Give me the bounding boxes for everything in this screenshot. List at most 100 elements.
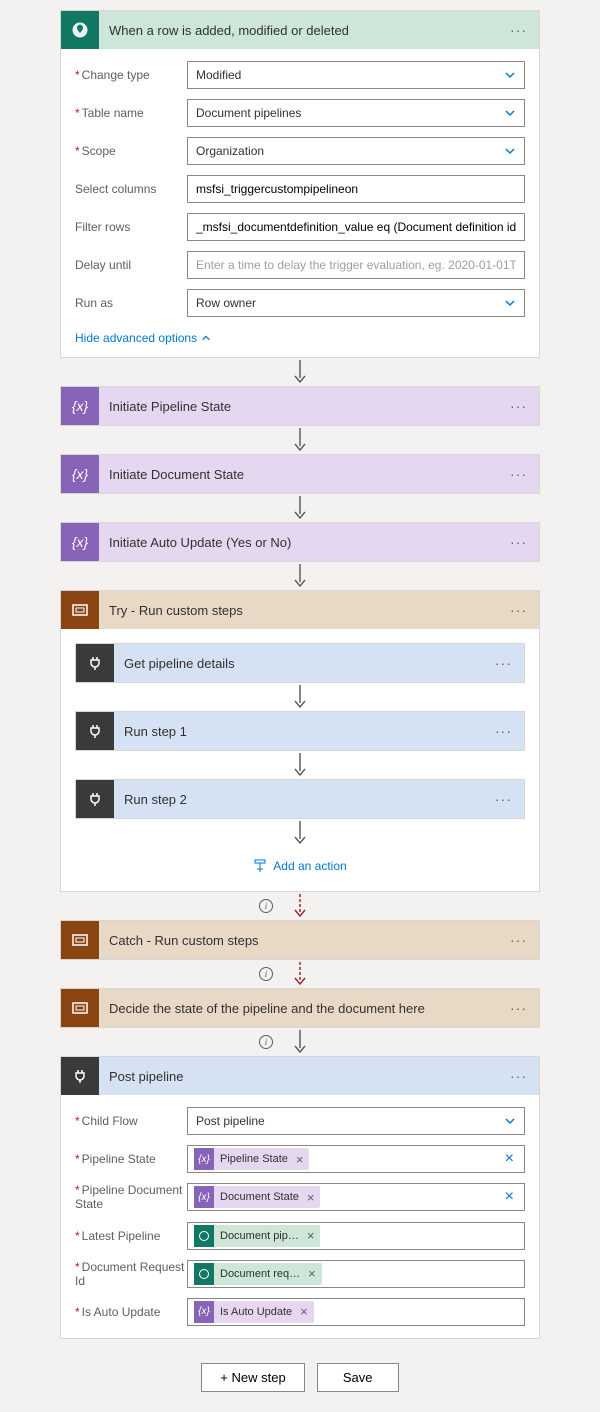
- info-icon[interactable]: i: [259, 899, 273, 913]
- clear-input-icon[interactable]: ×: [501, 1188, 518, 1206]
- scope-body: Get pipeline details ··· Run step 1 ···: [61, 629, 539, 891]
- step-run-step-1[interactable]: Run step 1 ···: [75, 711, 525, 751]
- more-icon[interactable]: ···: [506, 1068, 531, 1084]
- remove-token-icon[interactable]: ×: [308, 1266, 316, 1281]
- more-icon[interactable]: ···: [491, 791, 516, 807]
- scope-catch[interactable]: Catch - Run custom steps ···: [60, 920, 540, 960]
- token-pipeline-state[interactable]: {x} Pipeline State ×: [194, 1148, 309, 1170]
- child-flow-label: Child Flow: [75, 1114, 187, 1128]
- plug-icon: [76, 712, 114, 750]
- chevron-down-icon: [504, 145, 516, 157]
- arrow-connector-error: i: [0, 892, 600, 920]
- is-auto-update-input[interactable]: {x} Is Auto Update ×: [187, 1298, 525, 1326]
- filter-rows-input[interactable]: [187, 213, 525, 241]
- step-title: Run step 1: [114, 724, 491, 739]
- arrow-connector: i: [0, 1028, 600, 1056]
- table-name-select[interactable]: Document pipelines: [187, 99, 525, 127]
- step-title: Initiate Pipeline State: [99, 399, 506, 414]
- scope-title: Catch - Run custom steps: [99, 933, 506, 948]
- arrow-connector: [75, 751, 525, 779]
- more-icon[interactable]: ···: [491, 655, 516, 671]
- step-header[interactable]: Post pipeline ···: [61, 1057, 539, 1095]
- step-run-step-2[interactable]: Run step 2 ···: [75, 779, 525, 819]
- variable-icon: {x}: [194, 1301, 214, 1323]
- add-action-button[interactable]: Add an action: [75, 847, 525, 877]
- scope-decide[interactable]: Decide the state of the pipeline and the…: [60, 988, 540, 1028]
- step-title: Post pipeline: [99, 1069, 506, 1084]
- plug-icon: [76, 644, 114, 682]
- scope-title: Try - Run custom steps: [99, 603, 506, 618]
- trigger-card: When a row is added, modified or deleted…: [60, 10, 540, 358]
- token-document-request[interactable]: Document req… ×: [194, 1263, 322, 1285]
- step-initiate-pipeline-state[interactable]: {x} Initiate Pipeline State ···: [60, 386, 540, 426]
- hide-advanced-link[interactable]: Hide advanced options: [75, 331, 211, 345]
- more-icon[interactable]: ···: [506, 932, 531, 948]
- step-initiate-document-state[interactable]: {x} Initiate Document State ···: [60, 454, 540, 494]
- select-columns-label: Select columns: [75, 182, 187, 196]
- scope-icon: [61, 591, 99, 629]
- dataverse-icon: [61, 11, 99, 49]
- more-icon[interactable]: ···: [506, 602, 531, 618]
- arrow-connector: [0, 494, 600, 522]
- more-icon[interactable]: ···: [506, 398, 531, 414]
- more-icon[interactable]: ···: [506, 466, 531, 482]
- arrow-connector: [0, 562, 600, 590]
- pipeline-state-input[interactable]: {x} Pipeline State × ×: [187, 1145, 525, 1173]
- clear-input-icon[interactable]: ×: [501, 1150, 518, 1168]
- token-document-state[interactable]: {x} Document State ×: [194, 1186, 320, 1208]
- scope-try: Try - Run custom steps ··· Get pipeline …: [60, 590, 540, 892]
- save-button[interactable]: Save: [317, 1363, 399, 1392]
- token-latest-pipeline[interactable]: Document pip… ×: [194, 1225, 320, 1247]
- plug-icon: [76, 780, 114, 818]
- scope-icon: [61, 921, 99, 959]
- step-get-pipeline-details[interactable]: Get pipeline details ···: [75, 643, 525, 683]
- step-post-pipeline: Post pipeline ··· Child Flow Post pipeli…: [60, 1056, 540, 1339]
- step-title: Run step 2: [114, 792, 491, 807]
- change-type-select[interactable]: Modified: [187, 61, 525, 89]
- delay-until-label: Delay until: [75, 258, 187, 272]
- step-initiate-auto-update[interactable]: {x} Initiate Auto Update (Yes or No) ···: [60, 522, 540, 562]
- footer-buttons: + New step Save: [0, 1363, 600, 1392]
- scope-title: Decide the state of the pipeline and the…: [99, 1001, 506, 1016]
- remove-token-icon[interactable]: ×: [296, 1152, 304, 1167]
- select-columns-input[interactable]: [187, 175, 525, 203]
- remove-token-icon[interactable]: ×: [300, 1304, 308, 1319]
- document-request-id-label: Document Request Id: [75, 1260, 187, 1288]
- arrow-connector: [75, 683, 525, 711]
- chevron-down-icon: [504, 107, 516, 119]
- change-type-label: Change type: [75, 68, 187, 82]
- more-icon[interactable]: ···: [506, 22, 531, 38]
- scope-icon: [61, 989, 99, 1027]
- more-icon[interactable]: ···: [506, 1000, 531, 1016]
- latest-pipeline-input[interactable]: Document pip… ×: [187, 1222, 525, 1250]
- chevron-down-icon: [504, 69, 516, 81]
- document-request-id-input[interactable]: Document req… ×: [187, 1260, 525, 1288]
- token-is-auto-update[interactable]: {x} Is Auto Update ×: [194, 1301, 314, 1323]
- child-flow-select[interactable]: Post pipeline: [187, 1107, 525, 1135]
- trigger-header[interactable]: When a row is added, modified or deleted…: [61, 11, 539, 49]
- info-icon[interactable]: i: [259, 967, 273, 981]
- document-state-input[interactable]: {x} Document State × ×: [187, 1183, 525, 1211]
- new-step-button[interactable]: + New step: [201, 1363, 304, 1392]
- dataverse-icon: [194, 1263, 214, 1285]
- trigger-body: Change type Modified Table name Document…: [61, 49, 539, 357]
- more-icon[interactable]: ···: [491, 723, 516, 739]
- delay-until-input[interactable]: [187, 251, 525, 279]
- arrow-connector: [0, 426, 600, 454]
- is-auto-update-label: Is Auto Update: [75, 1305, 187, 1319]
- more-icon[interactable]: ···: [506, 534, 531, 550]
- remove-token-icon[interactable]: ×: [307, 1228, 315, 1243]
- remove-token-icon[interactable]: ×: [307, 1190, 315, 1205]
- variable-icon: {x}: [61, 455, 99, 493]
- table-name-label: Table name: [75, 106, 187, 120]
- variable-icon: {x}: [61, 523, 99, 561]
- arrow-connector: [0, 358, 600, 386]
- scope-select[interactable]: Organization: [187, 137, 525, 165]
- document-state-label: Pipeline Document State: [75, 1183, 187, 1212]
- trigger-title: When a row is added, modified or deleted: [99, 23, 506, 38]
- step-body: Child Flow Post pipeline Pipeline State …: [61, 1095, 539, 1338]
- run-as-select[interactable]: Row owner: [187, 289, 525, 317]
- scope-header[interactable]: Try - Run custom steps ···: [61, 591, 539, 629]
- chevron-down-icon: [504, 297, 516, 309]
- info-icon[interactable]: i: [259, 1035, 273, 1049]
